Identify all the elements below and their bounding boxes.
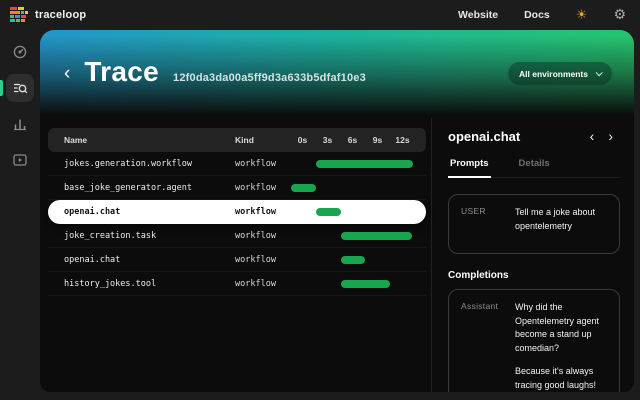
main-card: ‹ Trace 12f0da3da00a5ff9d3a633b5dfaf10e3… <box>40 30 634 392</box>
tab-details[interactable]: Details <box>517 152 552 178</box>
prev-span-chevron-icon[interactable]: ‹ <box>583 129 602 143</box>
message-role: USER <box>461 206 505 242</box>
prompt-message-text: Tell me a joke about opentelemetry <box>515 206 607 242</box>
span-kind: workflow <box>220 183 290 193</box>
span-name: openai.chat <box>48 255 220 265</box>
environment-selector-label: All environments <box>519 69 588 79</box>
completions-label: Completions <box>448 270 620 281</box>
span-duration-bar <box>316 160 413 168</box>
table-row[interactable]: history_jokes.tool workflow <box>48 272 426 296</box>
span-kind: workflow <box>220 159 290 169</box>
column-header-name: Name <box>48 135 220 145</box>
axis-tick: 12s <box>390 135 415 145</box>
playground-icon <box>12 152 28 168</box>
axis-tick: 0s <box>290 135 315 145</box>
message-role: Assistant <box>461 301 505 392</box>
axis-tick: 3s <box>315 135 340 145</box>
table-row[interactable]: joke_creation.task workflow <box>48 224 426 248</box>
sidebar <box>0 30 40 400</box>
span-duration-bar <box>316 208 341 216</box>
axis-tick: 6s <box>340 135 365 145</box>
table-row[interactable]: openai.chat workflow <box>48 248 426 272</box>
page-title: Trace <box>84 56 159 88</box>
docs-link[interactable]: Docs <box>524 9 550 21</box>
tab-prompts[interactable]: Prompts <box>448 152 491 178</box>
spans-table: Name Kind 0s 3s 6s 9s 12s jokes.generati… <box>40 118 431 392</box>
completion-message-text: Why did the Opentelemetry agent become a… <box>515 301 607 392</box>
panel-tabs: Prompts Details <box>448 152 620 178</box>
span-name: history_jokes.tool <box>48 279 220 289</box>
span-kind: workflow <box>220 207 290 217</box>
top-bar: traceloop Website Docs ☀ ⚙ <box>0 0 640 30</box>
table-row[interactable]: jokes.generation.workflow workflow <box>48 152 426 176</box>
span-name: joke_creation.task <box>48 231 220 241</box>
bar-chart-icon <box>12 116 28 132</box>
span-kind: workflow <box>220 231 290 241</box>
sidebar-item-playground[interactable] <box>6 146 34 174</box>
sidebar-item-traces[interactable] <box>6 74 34 102</box>
completion-line: Because it's always tracing good laughs! <box>515 365 607 392</box>
trace-id: 12f0da3da00a5ff9d3a633b5dfaf10e3 <box>173 72 366 84</box>
span-duration-bar <box>291 184 316 192</box>
prompt-message-box: USER Tell me a joke about opentelemetry <box>448 194 620 254</box>
dashboard-icon <box>12 44 28 60</box>
trace-search-icon <box>12 80 28 96</box>
traceloop-logo-icon <box>10 7 28 23</box>
span-duration-bar <box>341 256 365 264</box>
span-kind: workflow <box>220 255 290 265</box>
completion-message-box: Assistant Why did the Opentelemetry agen… <box>448 289 620 392</box>
settings-gear-icon[interactable]: ⚙ <box>613 8 626 22</box>
sidebar-item-analytics[interactable] <box>6 110 34 138</box>
brand-name: traceloop <box>35 9 86 21</box>
next-span-chevron-icon[interactable]: › <box>601 129 620 143</box>
span-duration-bar <box>341 232 412 240</box>
axis-tick: 9s <box>365 135 390 145</box>
table-row-selected[interactable]: openai.chat workflow <box>48 200 426 224</box>
span-detail-panel: openai.chat ‹ › Prompts Details USER Tel… <box>431 118 634 392</box>
span-name: base_joke_generator.agent <box>48 183 220 193</box>
table-row[interactable]: base_joke_generator.agent workflow <box>48 176 426 200</box>
website-link[interactable]: Website <box>458 9 498 21</box>
chevron-down-icon <box>596 69 603 76</box>
environment-selector[interactable]: All environments <box>508 62 612 85</box>
completion-line: Why did the Opentelemetry agent become a… <box>515 301 607 355</box>
table-header: Name Kind 0s 3s 6s 9s 12s <box>48 128 426 152</box>
panel-title: openai.chat <box>448 129 583 144</box>
span-duration-bar <box>341 280 390 288</box>
brand[interactable]: traceloop <box>10 7 86 23</box>
span-kind: workflow <box>220 279 290 289</box>
sidebar-item-dashboard[interactable] <box>6 38 34 66</box>
trace-header: ‹ Trace 12f0da3da00a5ff9d3a633b5dfaf10e3… <box>40 30 634 118</box>
column-header-kind: Kind <box>220 135 290 145</box>
timeline-axis: 0s 3s 6s 9s 12s <box>290 135 426 145</box>
span-name: jokes.generation.workflow <box>48 159 220 169</box>
back-chevron-icon[interactable]: ‹ <box>64 64 70 83</box>
theme-toggle-sun-icon[interactable]: ☀ <box>576 9 588 22</box>
span-name: openai.chat <box>48 207 220 217</box>
